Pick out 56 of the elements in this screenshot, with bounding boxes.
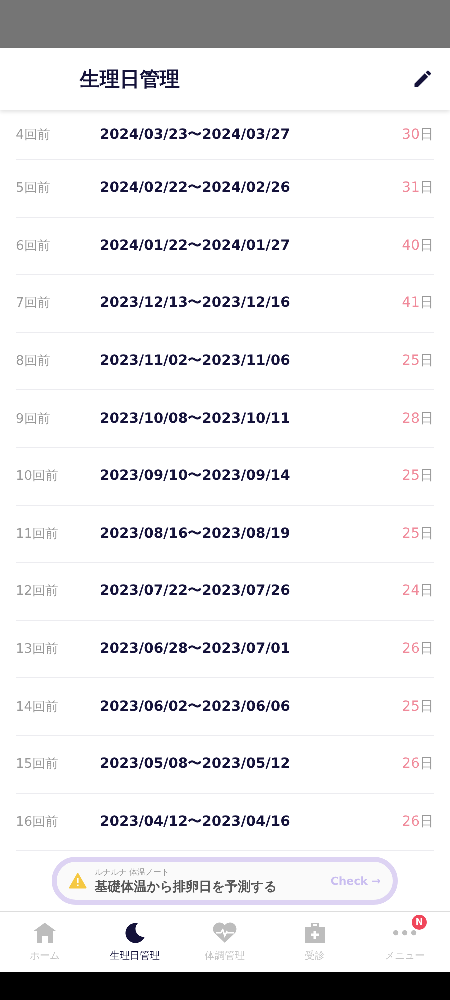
cycle-label: 15回前 xyxy=(16,756,60,774)
period-range: 2023/04/12〜2023/04/16 xyxy=(100,812,292,831)
period-range: 2023/08/16〜2023/08/19 xyxy=(100,524,292,543)
cycle-label: 11回前 xyxy=(16,526,60,543)
cycle-length: 25 日 xyxy=(402,698,434,716)
period-range: 2023/12/13〜2023/12/16 xyxy=(100,294,292,312)
more-icon xyxy=(393,929,417,937)
nav-tab[interactable]: 受診 xyxy=(270,912,360,972)
cycle-label: 10回前 xyxy=(16,468,60,486)
cycle-length: 31 日 xyxy=(402,179,434,198)
cycle-length: 41 日 xyxy=(402,294,434,312)
period-range: 2023/10/08〜2023/10/11 xyxy=(100,410,292,428)
cycle-length: 26日 xyxy=(402,640,434,658)
cycle-label: 8回前 xyxy=(16,353,52,370)
cycle-label: 7回前 xyxy=(16,295,52,312)
cycle-label: 9回前 xyxy=(16,410,52,428)
warning-icon xyxy=(69,873,87,890)
check-link[interactable]: Check → xyxy=(330,874,381,888)
promo-banner[interactable]: ルナルナ 体温ノート 基礎体温から排卵日を予測する Check → xyxy=(52,857,398,906)
period-range: 2024/01/22〜2024/01/27 xyxy=(100,236,292,255)
cycle-length: 26日 xyxy=(402,755,434,774)
cycle-length: 25 日 xyxy=(402,352,434,370)
cycle-length: 28 日 xyxy=(402,410,434,428)
cycle-label: 16回前 xyxy=(16,814,60,831)
moon-icon xyxy=(124,922,146,944)
page-title: 生理日管理 xyxy=(80,66,180,92)
period-range: 2023/05/08〜2023/05/12 xyxy=(100,755,292,774)
nav-tab[interactable]: 生理日管理 xyxy=(90,912,180,972)
period-range: 2023/09/10〜2023/09/14 xyxy=(100,467,292,486)
cycle-label: 14回前 xyxy=(16,698,60,716)
period-range: 2023/11/02〜2023/11/06 xyxy=(100,352,292,370)
cycle-length: 25 日 xyxy=(402,524,434,543)
period-range: 2024/03/23〜2024/03/27 xyxy=(100,126,292,144)
cycle-length: 30日 xyxy=(402,126,434,144)
cycle-length: 24日 xyxy=(402,582,434,600)
notification-badge: N xyxy=(412,915,427,930)
cycle-label: 6回前 xyxy=(16,238,52,255)
cycle-length: 26日 xyxy=(402,812,434,831)
nav-tab[interactable]: ホーム xyxy=(0,912,90,972)
house-icon xyxy=(33,922,57,944)
cycle-length: 25 日 xyxy=(402,467,434,486)
cycle-length: 40日 xyxy=(402,236,434,255)
cycle-label: 12回前 xyxy=(16,583,60,600)
cycle-label: 5回前 xyxy=(16,180,52,198)
nav-tab[interactable]: 体調管理 xyxy=(180,912,270,972)
period-range: 2023/06/28〜2023/07/01 xyxy=(100,640,292,658)
period-range: 2024/02/22〜2024/02/26 xyxy=(100,179,292,198)
period-range: 2023/07/22〜2023/07/26 xyxy=(100,582,292,600)
banner-caption: ルナルナ 体温ノート xyxy=(95,866,170,878)
heartbeat-icon xyxy=(212,922,238,944)
period-range: 2023/06/02〜2023/06/06 xyxy=(100,698,292,716)
nav-tab[interactable]: N メニュー xyxy=(360,912,450,972)
medical-kit-icon xyxy=(304,922,326,944)
cycle-label: 4回前 xyxy=(16,126,52,144)
banner-text: 基礎体温から排卵日を予測する xyxy=(95,878,277,896)
cycle-label: 13回前 xyxy=(16,641,60,658)
